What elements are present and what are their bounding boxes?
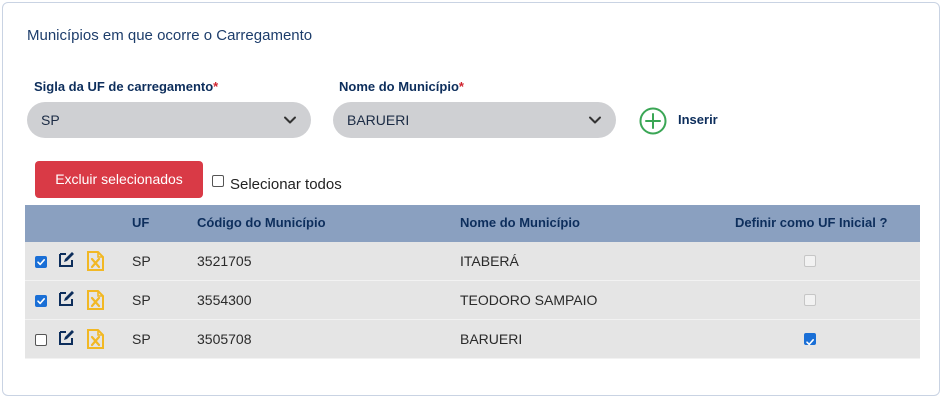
chevron-down-icon (589, 116, 601, 124)
cell-nome: ITABERÁ (460, 253, 519, 269)
uf-inicial-checkbox[interactable] (804, 294, 816, 306)
chevron-down-icon (284, 116, 296, 124)
uf-select-value: SP (41, 112, 60, 128)
pencil-square-icon[interactable] (57, 329, 75, 347)
table-header: UF Código do Município Nome do Município… (25, 205, 920, 242)
uf-inicial-checkbox[interactable] (804, 255, 816, 267)
plus-circle-icon[interactable] (639, 107, 667, 135)
cell-uf: SP (132, 253, 151, 269)
uf-label: Sigla da UF de carregamento* (34, 79, 219, 94)
municipio-select-value: BARUERI (347, 112, 410, 128)
pencil-square-icon[interactable] (57, 290, 75, 308)
municipios-table: UF Código do Município Nome do Município… (25, 205, 920, 359)
uf-inicial-checkbox[interactable] (804, 333, 816, 346)
delete-selected-button[interactable]: Excluir selecionados (35, 161, 203, 198)
table-body: SP 3521705 ITABERÁ SP 3554300 TEODORO SAMPAIO… (25, 242, 920, 359)
municipio-select[interactable]: BARUERI (333, 102, 616, 138)
check-icon (806, 339, 814, 346)
municipio-label: Nome do Município* (339, 79, 464, 94)
cell-codigo: 3505708 (197, 331, 252, 347)
document-x-icon[interactable] (86, 251, 105, 271)
insert-button[interactable]: Inserir (678, 112, 718, 127)
header-codigo: Código do Município (197, 215, 326, 230)
section-title: Municípios em que ocorre o Carregamento (27, 27, 313, 44)
table-row: SP 3521705 ITABERÁ (25, 242, 920, 281)
document-x-icon[interactable] (86, 329, 105, 349)
header-uf: UF (132, 215, 150, 230)
cell-nome: BARUERI (460, 331, 523, 347)
check-icon (37, 298, 45, 305)
required-mark: * (458, 79, 464, 94)
header-nome: Nome do Município (460, 215, 580, 230)
pencil-square-icon[interactable] (57, 251, 75, 269)
cell-uf: SP (132, 331, 151, 347)
header-uf-inicial: Definir como UF Inicial ? (735, 215, 888, 230)
row-select-checkbox[interactable] (35, 334, 47, 346)
cell-uf: SP (132, 292, 151, 308)
table-row: SP 3554300 TEODORO SAMPAIO (25, 281, 920, 320)
required-mark: * (213, 79, 219, 94)
cell-codigo: 3521705 (197, 253, 252, 269)
document-x-icon[interactable] (86, 290, 105, 310)
select-all-checkbox[interactable] (212, 175, 224, 187)
check-icon (37, 259, 45, 266)
table-row: SP 3505708 BARUERI (25, 320, 920, 359)
uf-select[interactable]: SP (27, 102, 311, 138)
select-all-label: Selecionar todos (230, 176, 342, 193)
row-select-checkbox[interactable] (35, 256, 47, 268)
row-select-checkbox[interactable] (35, 295, 47, 307)
cell-codigo: 3554300 (197, 292, 252, 308)
cell-nome: TEODORO SAMPAIO (460, 292, 598, 308)
